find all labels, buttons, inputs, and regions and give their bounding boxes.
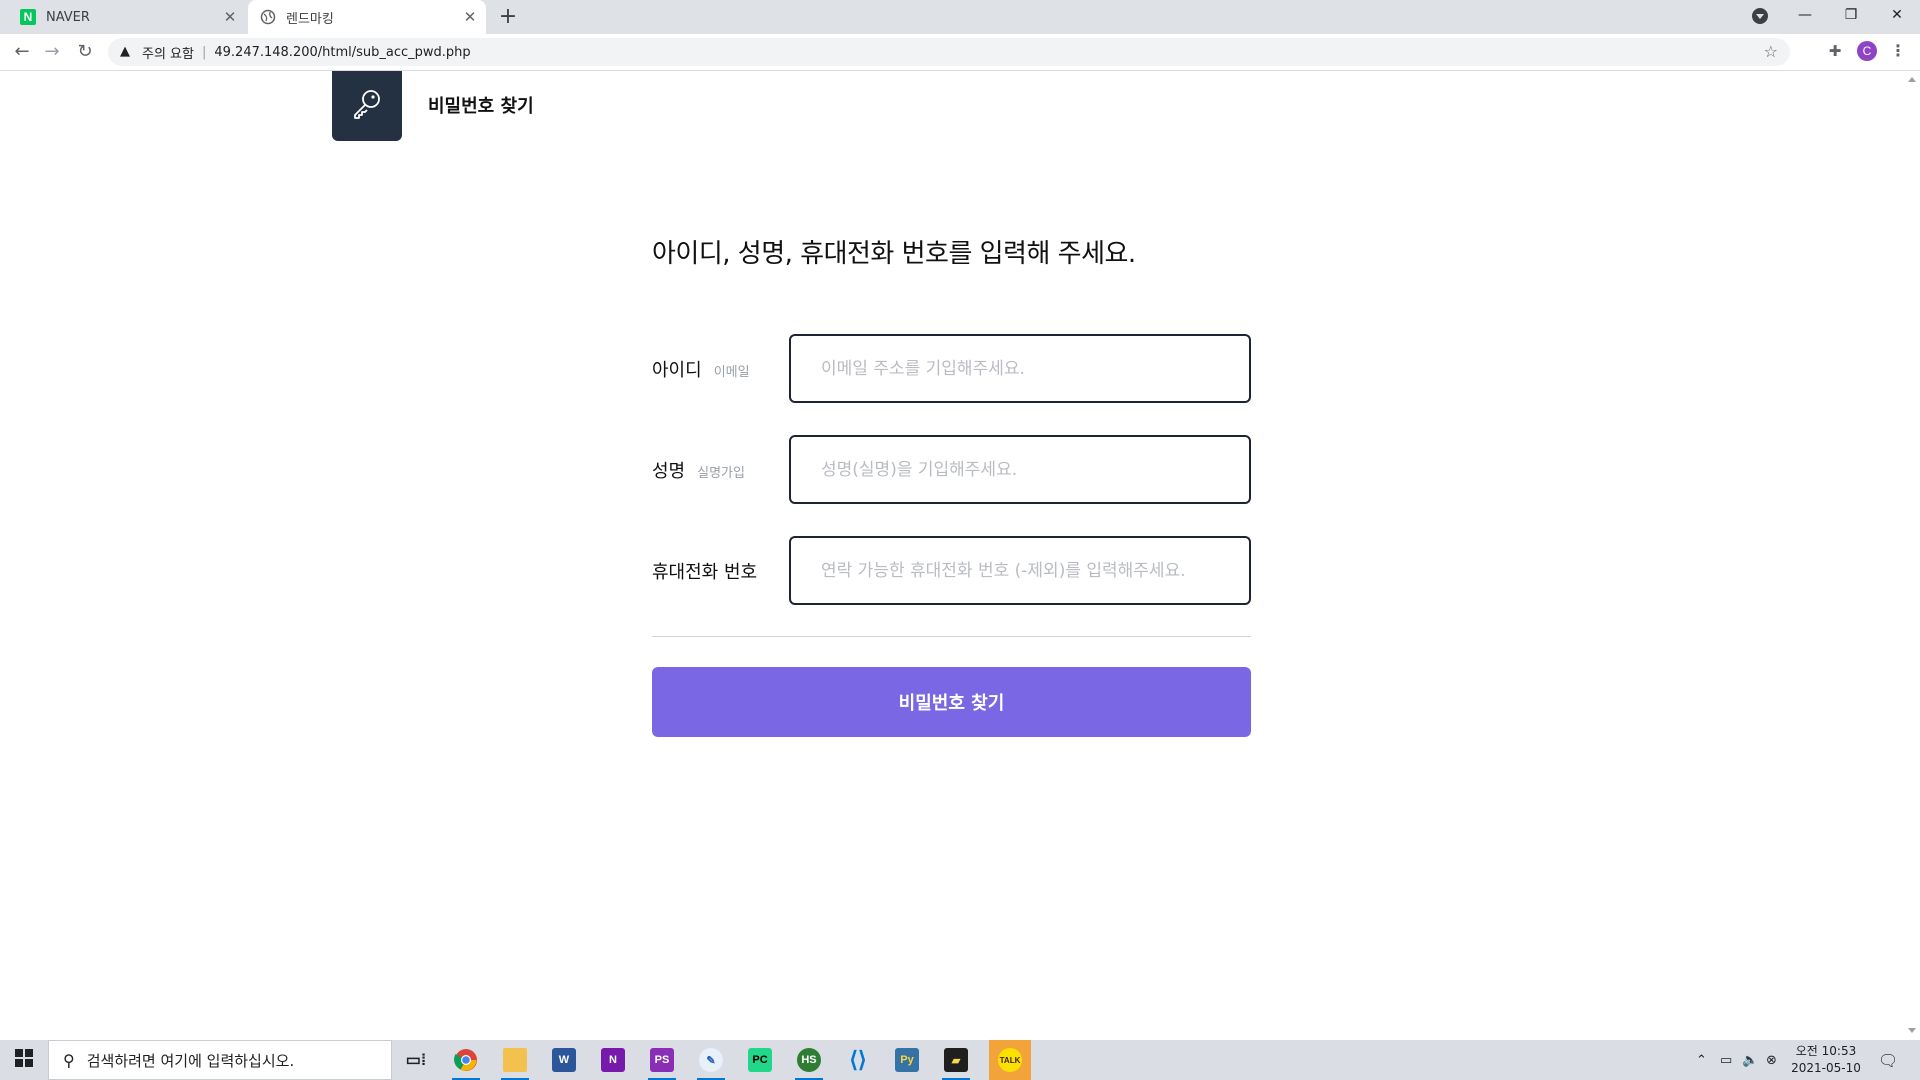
reload-icon[interactable]: ↻ xyxy=(73,40,97,64)
profile-avatar[interactable]: C xyxy=(1857,41,1877,61)
page-title: 비밀번호 찾기 xyxy=(428,96,534,117)
clock-date: 2021-05-10 xyxy=(1791,1061,1861,1075)
clock-time: 오전 10:53 xyxy=(1795,1044,1857,1058)
kakaotalk-icon[interactable]: TALK xyxy=(989,1040,1031,1080)
key-logo[interactable] xyxy=(332,71,402,141)
volume-icon[interactable]: 🔈 xyxy=(1742,1040,1758,1080)
forward-icon[interactable]: → xyxy=(40,40,64,64)
tab-landmarking[interactable]: 렌드마킹 ✕ xyxy=(248,0,486,34)
chrome-icon[interactable] xyxy=(450,1044,482,1080)
vscode-icon[interactable]: ⟨⟩ xyxy=(842,1044,874,1076)
security-warning[interactable]: 주의 요함 xyxy=(142,43,194,62)
onenote-icon[interactable]: N xyxy=(597,1044,629,1076)
id-label: 아이디 이메일 xyxy=(652,356,750,382)
address-bar[interactable]: ▲ 주의 요함 | 49.247.148.200/html/sub_acc_pw… xyxy=(108,38,1790,66)
extensions-icon[interactable]: ✚ xyxy=(1826,42,1844,60)
phpstorm-icon[interactable]: PS xyxy=(646,1044,678,1080)
scroll-down-arrow-icon[interactable] xyxy=(1908,1028,1916,1033)
hancom-icon[interactable]: HS xyxy=(793,1044,825,1080)
pycharm-icon[interactable]: PC xyxy=(744,1044,776,1076)
globe-icon xyxy=(260,9,276,25)
scroll-up-arrow-icon[interactable] xyxy=(1908,77,1916,82)
form-divider xyxy=(652,636,1251,637)
phone-label: 휴대전화 번호 xyxy=(652,558,757,584)
find-password-button[interactable]: 비밀번호 찾기 xyxy=(652,667,1251,737)
network-icon[interactable]: ⊗ xyxy=(1766,1040,1777,1080)
start-button[interactable] xyxy=(0,1040,48,1080)
id-label-text: 아이디 xyxy=(652,360,702,381)
url-text[interactable]: 49.247.148.200/html/sub_acc_pwd.php xyxy=(214,45,470,60)
tab-title: NAVER xyxy=(46,9,90,25)
sticky-notes-icon[interactable]: ▰ xyxy=(940,1044,972,1080)
close-tab-icon[interactable]: ✕ xyxy=(462,9,478,25)
wordpad-icon[interactable]: ✎ xyxy=(695,1044,727,1080)
file-explorer-icon[interactable] xyxy=(499,1044,531,1080)
tab-strip: N NAVER ✕ 렌드마킹 ✕ + — ❐ ✕ xyxy=(0,0,1920,34)
windows-taskbar: ⚲ 검색하려면 여기에 입력하십시오. ▭⁞ W N PS ✎ PC HS ⟨⟩… xyxy=(0,1040,1920,1080)
python-icon[interactable]: Py xyxy=(891,1044,923,1076)
close-tab-icon[interactable]: ✕ xyxy=(222,9,238,25)
show-hidden-icons[interactable]: ⌃ xyxy=(1696,1040,1707,1080)
name-label: 성명 실명가입 xyxy=(652,457,745,483)
browser-toolbar: ← → ↻ ▲ 주의 요함 | 49.247.148.200/html/sub_… xyxy=(0,34,1920,71)
page-scrollbar[interactable] xyxy=(1904,71,1920,1039)
search-icon: ⚲ xyxy=(63,1050,75,1070)
id-sublabel: 이메일 xyxy=(713,365,750,380)
back-icon[interactable]: ← xyxy=(10,40,34,64)
warning-icon[interactable]: ▲ xyxy=(120,45,134,59)
naver-icon: N xyxy=(20,9,36,25)
name-label-text: 성명 xyxy=(652,461,686,482)
name-field[interactable] xyxy=(789,435,1251,504)
minimize-button[interactable]: — xyxy=(1782,0,1828,30)
taskbar-clock[interactable]: 오전 10:53 2021-05-10 xyxy=(1784,1043,1868,1077)
tab-search-icon[interactable] xyxy=(1752,8,1768,24)
task-view-icon[interactable]: ▭⁞ xyxy=(400,1044,432,1076)
form-headline: 아이디, 성명, 휴대전화 번호를 입력해 주세요. xyxy=(652,239,1136,269)
bookmark-star-icon[interactable]: ☆ xyxy=(1764,42,1778,61)
phone-field[interactable] xyxy=(789,536,1251,605)
windows-logo-icon xyxy=(15,1049,33,1071)
battery-icon[interactable]: ▭ xyxy=(1720,1040,1732,1080)
notification-icon[interactable]: 🗨 xyxy=(1878,1040,1898,1080)
word-icon[interactable]: W xyxy=(548,1044,580,1076)
new-tab-button[interactable]: + xyxy=(496,6,520,30)
tab-title: 렌드마킹 xyxy=(286,11,334,27)
browser-menu-icon[interactable]: ⋮ xyxy=(1890,41,1906,61)
phone-label-text: 휴대전화 번호 xyxy=(652,562,758,583)
email-field[interactable] xyxy=(789,334,1251,403)
tab-naver[interactable]: N NAVER ✕ xyxy=(8,0,246,34)
taskbar-search[interactable]: ⚲ 검색하려면 여기에 입력하십시오. xyxy=(48,1040,392,1080)
key-icon xyxy=(349,86,385,126)
restore-button[interactable]: ❐ xyxy=(1828,0,1874,30)
url-separator: | xyxy=(201,44,207,60)
taskbar-search-placeholder: 검색하려면 여기에 입력하십시오. xyxy=(86,1051,295,1070)
name-sublabel: 실명가입 xyxy=(697,466,745,481)
close-window-button[interactable]: ✕ xyxy=(1874,0,1920,30)
